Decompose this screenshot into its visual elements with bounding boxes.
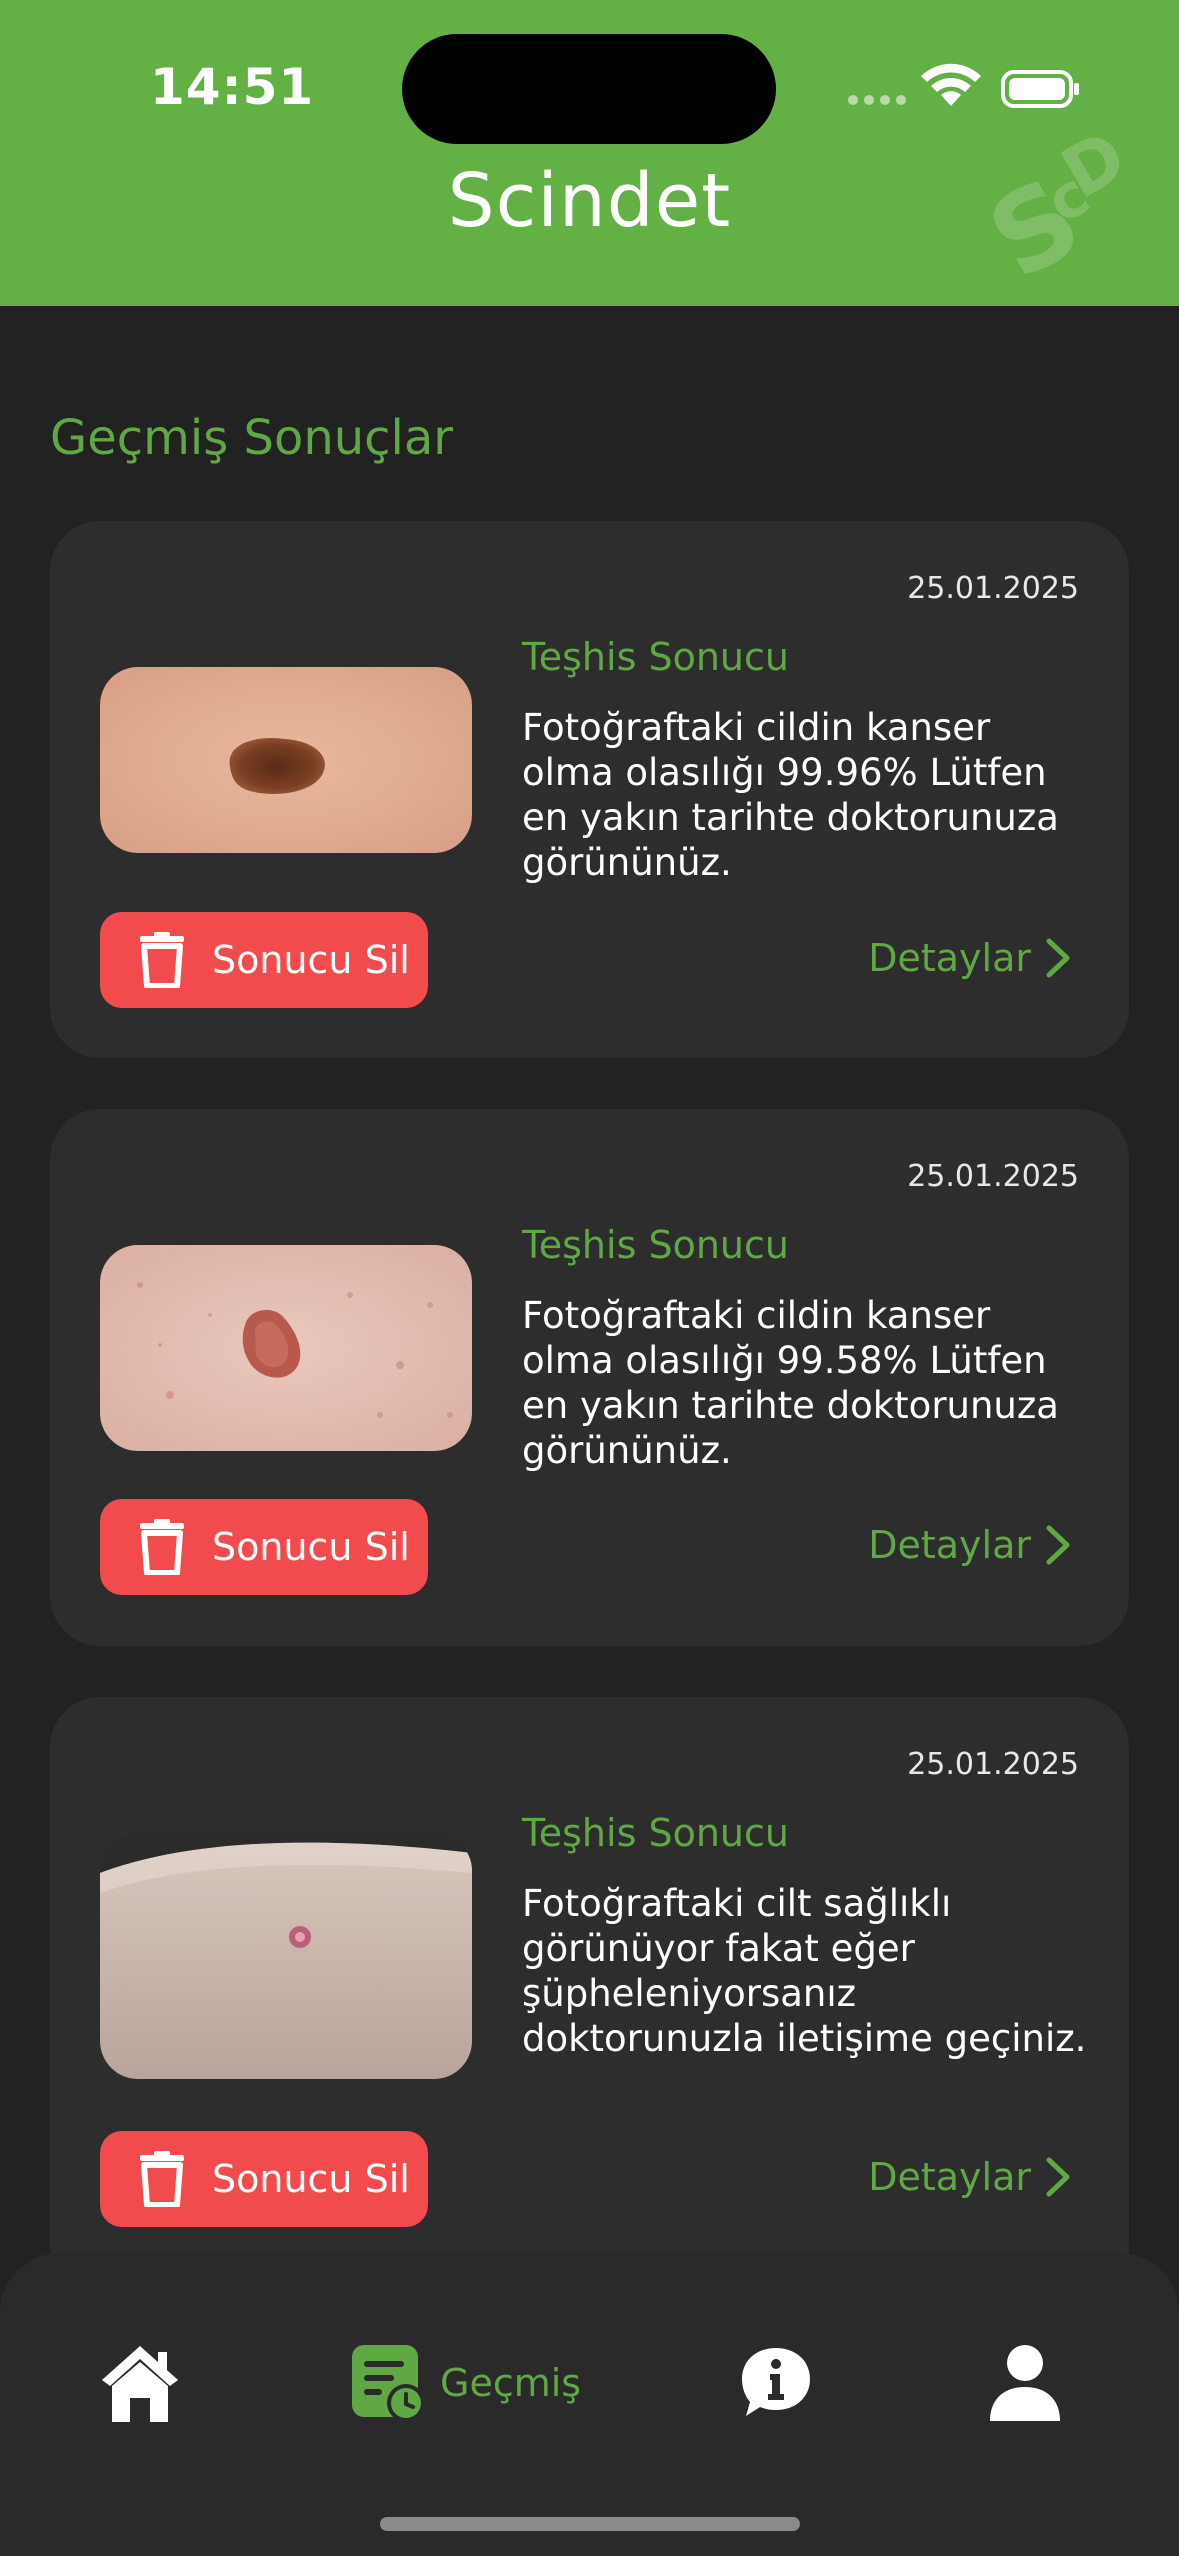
diagnosis-label: Teşhis Sonucu	[522, 1223, 789, 1267]
delete-result-button[interactable]: Sonucu Sil	[100, 912, 428, 1008]
result-date: 25.01.2025	[907, 1747, 1079, 1782]
delete-result-label: Sonucu Sil	[212, 2157, 410, 2201]
diagnosis-text: Fotoğraftaki cilt sağlıklı görünüyor fak…	[522, 1882, 1087, 2060]
status-icons	[848, 63, 1079, 108]
section-title: Geçmiş Sonuçlar	[50, 410, 454, 466]
result-card: 25.01.2025 Teşhis Sonucu Fotoğraftaki ci…	[50, 1697, 1129, 2297]
skin-lesion-image[interactable]	[100, 1833, 472, 2079]
diagnosis-label: Teşhis Sonucu	[522, 635, 789, 679]
bottom-nav: Geçmiş	[0, 2253, 1179, 2556]
details-label: Detaylar	[868, 1523, 1031, 1567]
diagnosis-text: Fotoğraftaki cildin kanser olma olasılığ…	[522, 706, 1059, 884]
nav-info[interactable]	[738, 2338, 814, 2428]
chevron-right-icon	[1046, 1525, 1070, 1565]
details-link[interactable]: Detaylar	[868, 2147, 1071, 2207]
diagnosis-label: Teşhis Sonucu	[522, 1811, 789, 1855]
signal-icon	[848, 95, 906, 105]
home-indicator	[380, 2517, 800, 2531]
trash-icon	[140, 932, 184, 988]
diagnosis-text: Fotoğraftaki cildin kanser olma olasılığ…	[522, 1294, 1059, 1472]
result-card: 25.01.2025 Teşhis Sonucu Fotoğraftaki ci…	[50, 521, 1129, 1058]
result-date: 25.01.2025	[907, 571, 1079, 606]
details-link[interactable]: Detaylar	[868, 1515, 1071, 1575]
delete-result-button[interactable]: Sonucu Sil	[100, 1499, 428, 1595]
result-card: 25.01.2025 Teşhis Sonucu Fotoğraftaki ci…	[50, 1109, 1129, 1646]
result-date: 25.01.2025	[907, 1159, 1079, 1194]
app-header: 14:51 Scindet S c D	[0, 0, 1179, 306]
profile-icon	[990, 2345, 1060, 2421]
history-icon	[352, 2345, 425, 2422]
trash-icon	[140, 1519, 184, 1575]
dynamic-island	[402, 34, 776, 144]
status-time: 14:51	[150, 58, 315, 116]
delete-result-label: Sonucu Sil	[212, 1525, 410, 1569]
wifi-icon	[921, 63, 981, 106]
details-label: Detaylar	[868, 936, 1031, 980]
scd-logo-icon: S c D	[980, 132, 1140, 292]
delete-result-label: Sonucu Sil	[212, 938, 410, 982]
details-link[interactable]: Detaylar	[868, 928, 1071, 988]
skin-lesion-image[interactable]	[100, 1245, 472, 1451]
battery-icon	[1001, 70, 1079, 108]
details-label: Detaylar	[868, 2155, 1031, 2199]
home-icon	[102, 2346, 178, 2422]
skin-lesion-image[interactable]	[100, 667, 472, 853]
info-icon	[742, 2348, 810, 2416]
chevron-right-icon	[1046, 2157, 1070, 2197]
nav-profile[interactable]	[988, 2338, 1062, 2428]
trash-icon	[140, 2151, 184, 2207]
history-screen: 14:51 Scindet S c D Geçmiş Sonuçlar 25.0…	[0, 0, 1179, 2556]
nav-home[interactable]	[98, 2338, 182, 2428]
nav-history-label: Geçmiş	[440, 2361, 582, 2405]
nav-history[interactable]: Geçmiş	[350, 2338, 581, 2428]
chevron-right-icon	[1046, 938, 1070, 978]
delete-result-button[interactable]: Sonucu Sil	[100, 2131, 428, 2227]
